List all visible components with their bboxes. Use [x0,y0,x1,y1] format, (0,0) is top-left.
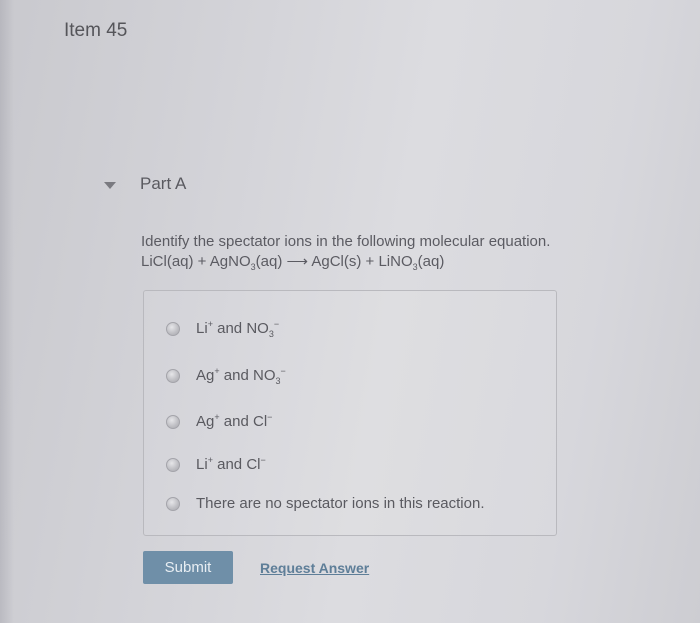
answer-option-1[interactable]: Li+ and NO3− [166,319,280,339]
ion-name: Ag [196,413,215,430]
charge: − [267,412,273,422]
ion-name: and Cl [212,456,261,473]
ion-name: and NO [212,320,269,337]
ion-name: Ag [196,367,215,384]
option-label: Li+ and NO3− [196,319,280,339]
part-label: Part A [140,174,187,193]
submit-button[interactable]: Submit [143,551,233,584]
answer-option-3[interactable]: Ag+ and Cl− [166,413,272,430]
answer-option-4[interactable]: Li+ and Cl− [166,456,266,473]
caret-down-icon[interactable] [104,181,116,189]
subscript: 3 [275,376,281,386]
charge: − [273,319,280,329]
molecular-equation: LiCl(aq) + AgNO3(aq) ⟶ AgCl(s) + LiNO3(a… [141,252,550,272]
charge: − [280,366,286,376]
item-title: Item 45 [64,20,128,41]
ion-name: Li [196,456,208,473]
part-a-header[interactable]: Part A [104,174,186,194]
charge: − [260,455,266,465]
screen-edge-shade [0,0,14,623]
equation-part: LiCl(aq) + AgNO [141,253,251,270]
answer-option-2[interactable]: Ag+ and NO3− [166,366,286,386]
action-bar: Submit Request Answer [143,551,369,584]
question-prompt: Identify the spectator ions in the follo… [141,233,551,250]
request-answer-link[interactable]: Request Answer [260,560,369,576]
radio-button[interactable] [166,414,180,429]
ion-name: and Cl [219,413,268,430]
option-label: Ag+ and Cl− [196,412,273,431]
equation-part: (aq) ⟶ AgCl(s) + LiNO [255,253,413,270]
equation-part: (aq) [417,253,445,270]
radio-button[interactable] [166,457,180,472]
radio-button[interactable] [166,496,180,511]
subscript: 3 [268,329,274,339]
question-text: Identify the spectator ions in the follo… [141,232,550,272]
option-label: Ag+ and NO3− [196,366,286,386]
option-label: Li+ and Cl− [196,455,266,474]
answer-choices-box: Li+ and NO3− Ag+ and NO3− Ag+ and Cl− Li… [143,290,557,536]
answer-option-5[interactable]: There are no spectator ions in this reac… [166,495,485,512]
ion-name: Li [196,320,208,337]
radio-button[interactable] [166,368,180,383]
ion-name: and NO [219,367,276,384]
option-label: There are no spectator ions in this reac… [196,495,485,512]
radio-button[interactable] [166,321,180,336]
